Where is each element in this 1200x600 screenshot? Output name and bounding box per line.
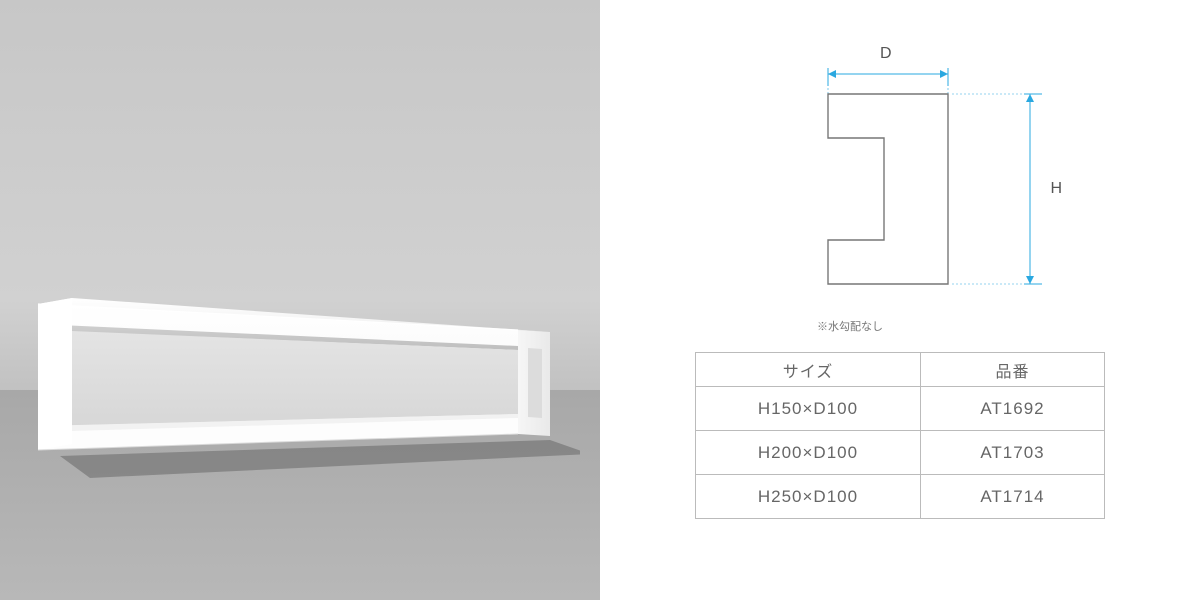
table-row: H150×D100 AT1692 xyxy=(696,387,1105,431)
drainage-note: ※水勾配なし xyxy=(817,318,983,334)
cell-size: H250×D100 xyxy=(696,475,921,519)
table-row: H200×D100 AT1703 xyxy=(696,431,1105,475)
cross-section-diagram: D H xyxy=(730,50,1070,310)
size-table: サイズ 品番 H150×D100 AT1692 H200×D100 AT1703… xyxy=(695,352,1105,519)
table-row: H250×D100 AT1714 xyxy=(696,475,1105,519)
cell-size: H150×D100 xyxy=(696,387,921,431)
header-code: 品番 xyxy=(920,353,1104,387)
cell-code: AT1714 xyxy=(920,475,1104,519)
cell-size: H200×D100 xyxy=(696,431,921,475)
cell-code: AT1692 xyxy=(920,387,1104,431)
table-header-row: サイズ 品番 xyxy=(696,353,1105,387)
header-size: サイズ xyxy=(696,353,921,387)
product-render xyxy=(0,0,600,600)
dimension-label-d: D xyxy=(880,45,892,63)
c-channel-beam xyxy=(30,290,580,480)
spec-panel: D H ※水勾配なし サイズ 品 xyxy=(600,0,1200,600)
cell-code: AT1703 xyxy=(920,431,1104,475)
dimension-label-h: H xyxy=(1050,180,1062,198)
